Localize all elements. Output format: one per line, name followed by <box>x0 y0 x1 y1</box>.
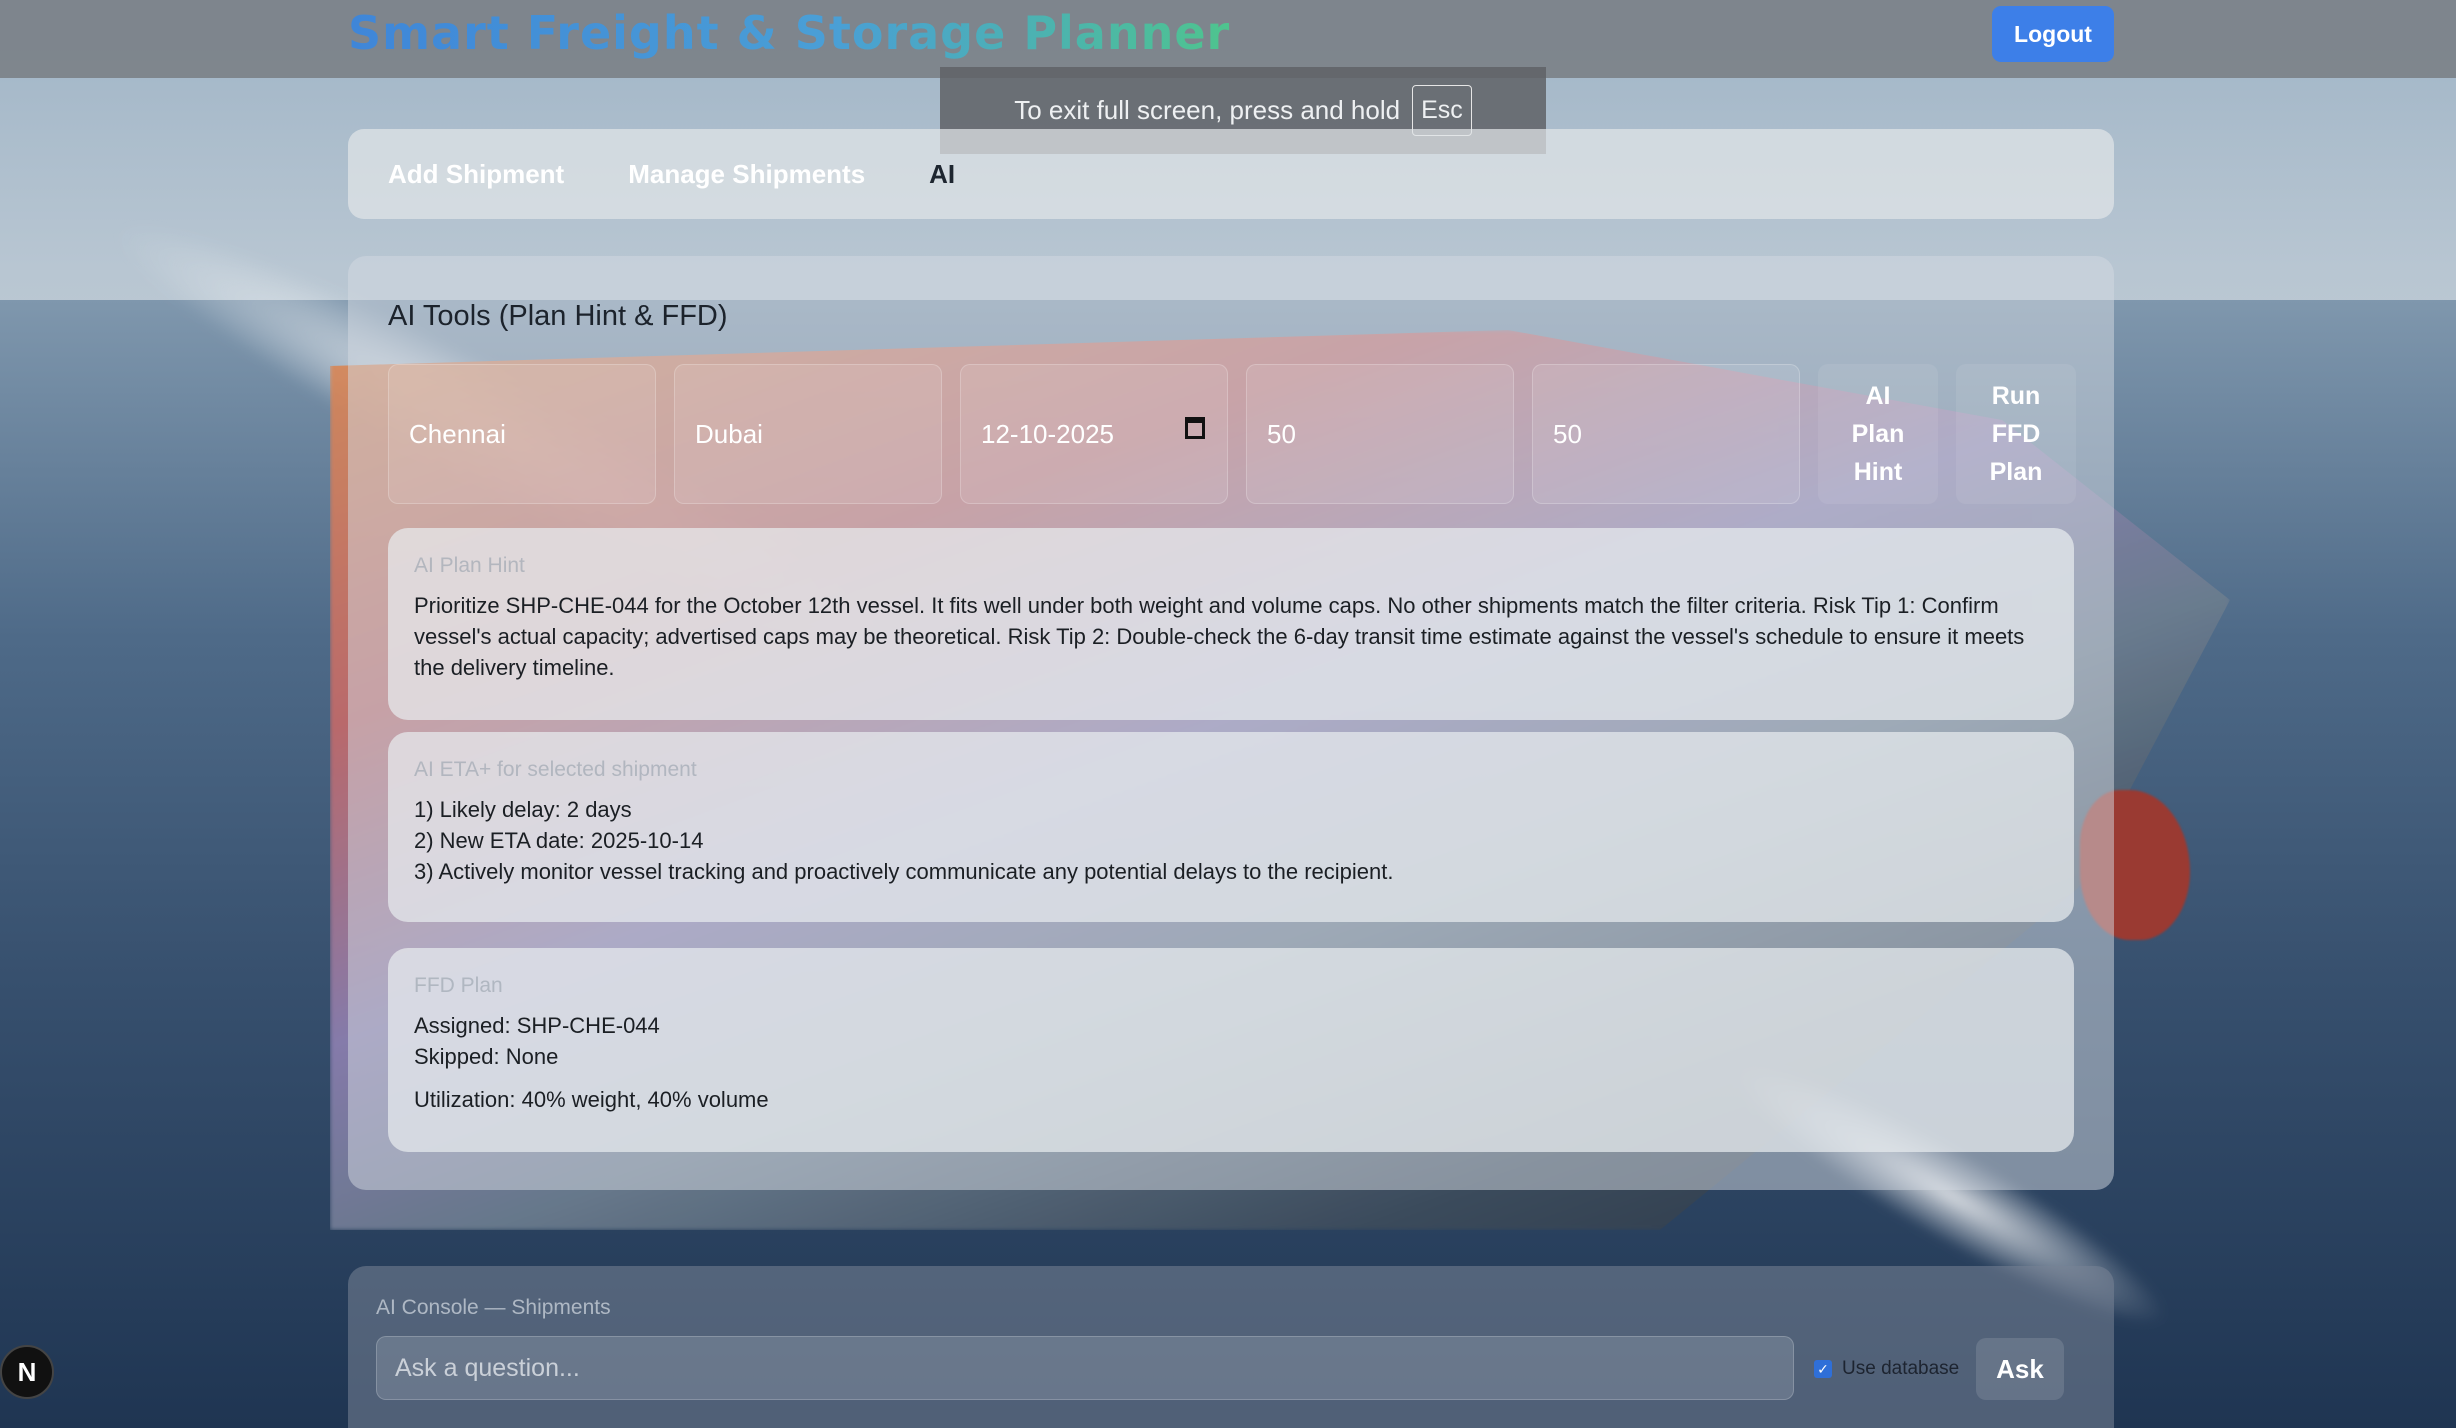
ai-console: AI Console — Shipments ✓ Use database As… <box>348 1266 2114 1428</box>
eta-line-1: 1) Likely delay: 2 days <box>414 797 632 822</box>
tab-bar: Add Shipment Manage Shipments AI <box>348 129 2114 219</box>
origin-input[interactable]: Chennai <box>388 364 656 504</box>
plan-hint-label: AI Plan Hint <box>414 554 525 577</box>
tab-manage-shipments[interactable]: Manage Shipments <box>628 159 865 190</box>
ask-button[interactable]: Ask <box>1976 1338 2064 1400</box>
ffd-utilization: Utilization: 40% weight, 40% volume <box>414 1087 769 1112</box>
ffd-plan-card: FFD Plan Assigned: SHP-CHE-044 Skipped: … <box>388 948 2074 1152</box>
ask-question-input[interactable] <box>376 1336 1794 1400</box>
ai-tools-title: AI Tools (Plan Hint & FFD) <box>388 300 728 332</box>
eta-label: AI ETA+ for selected shipment <box>414 758 697 781</box>
ffd-skipped: Skipped: None <box>414 1044 559 1069</box>
date-value: 12-10-2025 <box>981 418 1114 449</box>
run-ffd-label-1: Run <box>1991 382 2041 410</box>
weight-cap-input[interactable]: 50 <box>1246 364 1514 504</box>
destination-input[interactable]: Dubai <box>674 364 942 504</box>
n-badge-icon[interactable]: N <box>0 1345 54 1399</box>
run-ffd-label-2: FFD <box>1991 420 2041 448</box>
ai-plan-hint-button[interactable]: AI Plan Hint <box>1818 364 1938 504</box>
use-database-checkbox[interactable]: ✓ <box>1814 1360 1832 1378</box>
ai-plan-hint-label-3: Hint <box>1853 458 1903 486</box>
tab-add-shipment[interactable]: Add Shipment <box>388 159 564 190</box>
plan-hint-text: Prioritize SHP-CHE-044 for the October 1… <box>414 593 2025 680</box>
ai-tools-inputs: Chennai Dubai 12-10-2025 50 50 AI Plan H… <box>388 364 2076 504</box>
fullscreen-notice-text: To exit full screen, press and hold <box>1014 95 1401 125</box>
ai-plan-hint-label-2: Plan <box>1851 420 1905 448</box>
eta-line-3: 3) Actively monitor vessel tracking and … <box>414 859 1394 884</box>
use-database-toggle[interactable]: ✓ Use database <box>1814 1358 1959 1380</box>
use-database-label: Use database <box>1842 1358 1960 1379</box>
date-input[interactable]: 12-10-2025 <box>960 364 1228 504</box>
eta-card: AI ETA+ for selected shipment 1) Likely … <box>388 732 2074 922</box>
ffd-assigned: Assigned: SHP-CHE-044 <box>414 1013 660 1038</box>
logout-button[interactable]: Logout <box>1992 6 2114 62</box>
run-ffd-label-3: Plan <box>1989 458 2043 486</box>
tab-ai[interactable]: AI <box>929 159 955 190</box>
app-title[interactable]: Smart Freight & Storage Planner <box>348 6 1230 60</box>
ffd-plan-label: FFD Plan <box>414 974 503 997</box>
ai-plan-hint-label-1: AI <box>1865 382 1891 410</box>
ai-tools-panel: AI Tools (Plan Hint & FFD) Chennai Dubai… <box>348 256 2114 1190</box>
plan-hint-card: AI Plan Hint Prioritize SHP-CHE-044 for … <box>388 528 2074 720</box>
calendar-icon[interactable] <box>1185 417 1205 439</box>
eta-line-2: 2) New ETA date: 2025-10-14 <box>414 828 704 853</box>
ai-console-label: AI Console — Shipments <box>376 1296 611 1319</box>
volume-cap-input[interactable]: 50 <box>1532 364 1800 504</box>
run-ffd-plan-button[interactable]: Run FFD Plan <box>1956 364 2076 504</box>
